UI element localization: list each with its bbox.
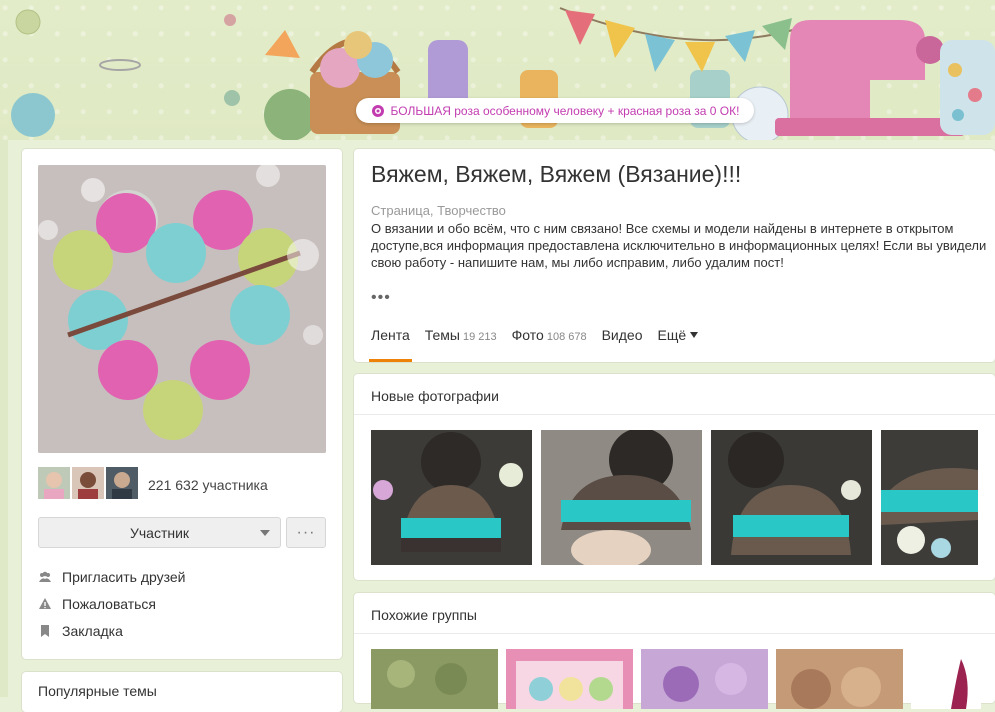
group-sidebar: 221 632 участника Участник ··· Пригласит… xyxy=(22,149,342,659)
similar-group-thumbnail[interactable] xyxy=(776,649,903,709)
promo-text: БОЛЬШАЯ роза особенному человеку + красн… xyxy=(390,103,740,118)
divider xyxy=(354,633,995,634)
tab-photos-count: 108 678 xyxy=(546,331,587,343)
group-actions: Пригласить друзей Пожаловаться Закладка xyxy=(38,563,186,644)
more-options-button[interactable]: ··· xyxy=(286,517,326,548)
knitted-hat-photo xyxy=(711,430,872,565)
expand-description-button[interactable]: ••• xyxy=(371,289,391,307)
tab-feed[interactable]: Лента xyxy=(369,327,412,362)
photo-thumbnail[interactable] xyxy=(711,430,872,565)
yarn-heart-image xyxy=(38,165,326,453)
report-action[interactable]: Пожаловаться xyxy=(38,590,186,617)
tab-feed-label: Лента xyxy=(371,327,410,343)
tab-topics-label: Темы xyxy=(424,327,460,343)
tab-photos-label: Фото xyxy=(511,327,544,343)
tab-more-label: Ещё xyxy=(657,327,687,343)
group-info-card: Вяжем, Вяжем, Вяжем (Вязание)!!! Страниц… xyxy=(354,149,995,362)
similar-groups-card: Похожие группы xyxy=(354,593,995,709)
member-avatar[interactable] xyxy=(72,467,104,499)
more-options-label: ··· xyxy=(296,523,316,541)
tab-topics[interactable]: Темы 19 213 xyxy=(425,327,497,355)
invite-friends-icon xyxy=(39,571,51,582)
members-count[interactable]: 221 632 участника xyxy=(148,477,268,493)
member-status-label: Участник xyxy=(129,524,190,541)
member-status-button[interactable]: Участник xyxy=(38,517,281,548)
yarn-box-photo xyxy=(506,649,633,709)
similar-groups-title[interactable]: Похожие группы xyxy=(371,607,477,623)
warning-icon xyxy=(39,597,51,609)
new-photos-title[interactable]: Новые фотографии xyxy=(371,388,499,404)
bookmark-label: Закладка xyxy=(62,622,123,639)
member-avatar[interactable] xyxy=(106,467,138,499)
knitwear-photo xyxy=(911,649,981,709)
member-avatars[interactable] xyxy=(38,467,138,499)
photo-thumbnail[interactable] xyxy=(541,430,702,565)
group-avatar[interactable] xyxy=(38,165,326,453)
new-photos-card: Новые фотографии xyxy=(354,374,995,580)
report-label: Пожаловаться xyxy=(62,595,157,612)
similar-group-thumbnail[interactable] xyxy=(911,649,981,709)
group-category[interactable]: Страница, Творчество xyxy=(371,203,506,218)
invite-friends-label: Пригласить друзей xyxy=(62,568,186,585)
similar-group-thumbnail[interactable] xyxy=(641,649,768,709)
promo-banner[interactable]: БОЛЬШАЯ роза особенному человеку + красн… xyxy=(356,98,754,123)
popular-topics-card: Популярные темы xyxy=(22,672,342,712)
tab-video-label: Видео xyxy=(601,327,643,343)
similar-group-thumbnail[interactable] xyxy=(506,649,633,709)
group-tabs: Лента Темы 19 213 Фото 108 678 Видео Ещё xyxy=(369,327,699,362)
group-description: О вязании и обо всём, что с ним связано!… xyxy=(371,221,987,270)
photo-thumbnail[interactable] xyxy=(881,430,978,565)
tab-topics-count: 19 213 xyxy=(463,331,497,343)
knitted-hat-photo xyxy=(881,430,978,565)
tab-photos[interactable]: Фото 108 678 xyxy=(512,327,587,355)
lace-photo xyxy=(371,649,498,709)
chevron-down-icon xyxy=(690,332,699,338)
page-title: Вяжем, Вяжем, Вяжем (Вязание)!!! xyxy=(371,161,742,187)
bookmark-action[interactable]: Закладка xyxy=(38,617,186,644)
photo-thumbnail[interactable] xyxy=(371,430,532,565)
rose-icon xyxy=(371,104,384,117)
similar-group-thumbnail[interactable] xyxy=(371,649,498,709)
chevron-down-icon xyxy=(260,530,270,536)
member-avatar[interactable] xyxy=(38,467,70,499)
page-background-edge xyxy=(0,140,8,697)
knitted-hat-photo xyxy=(371,430,532,565)
tab-video[interactable]: Видео xyxy=(602,327,643,355)
cover-banner: БОЛЬШАЯ роза особенному человеку + красн… xyxy=(0,0,995,140)
crochet-flowers-photo xyxy=(641,649,768,709)
invite-friends-action[interactable]: Пригласить друзей xyxy=(38,563,186,590)
divider xyxy=(354,414,995,415)
tab-more[interactable]: Ещё xyxy=(658,327,699,355)
knitted-hat-photo xyxy=(541,430,702,565)
bookmark-icon xyxy=(41,624,49,637)
yarn-skeins-photo xyxy=(776,649,903,709)
